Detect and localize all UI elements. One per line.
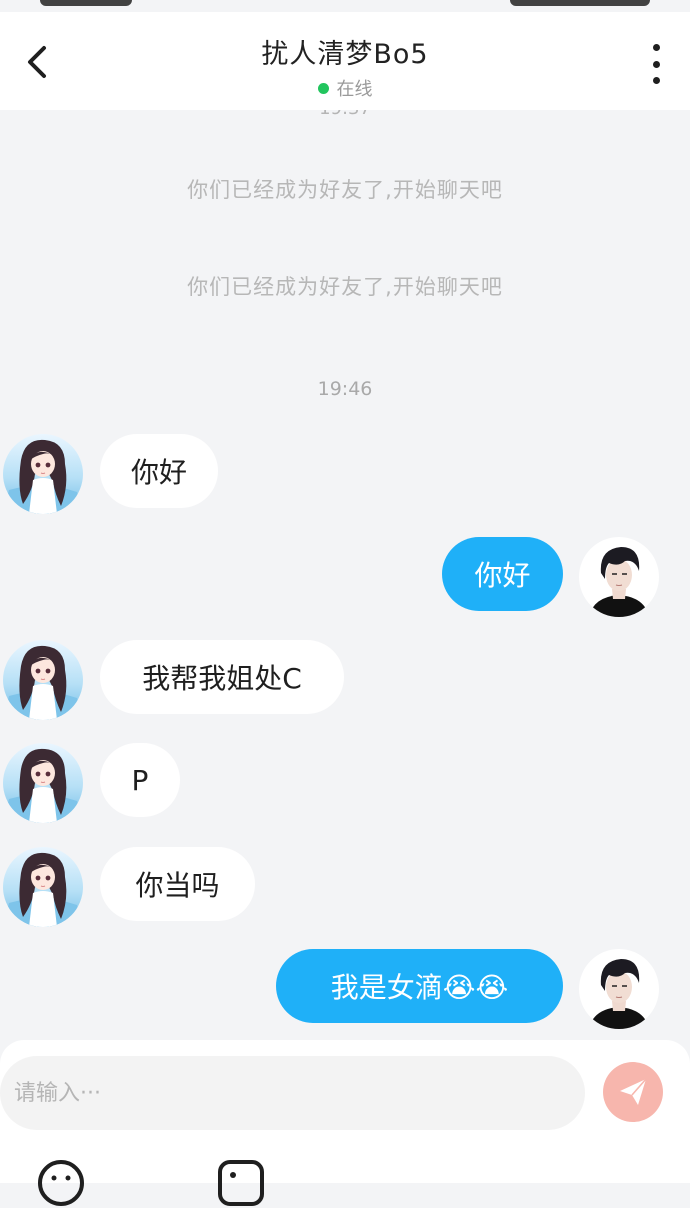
online-status-text: 在线 xyxy=(336,79,373,100)
boy-avatar-image xyxy=(579,537,659,617)
contact-avatar[interactable] xyxy=(3,743,83,823)
more-vertical-icon-dot xyxy=(652,60,660,68)
message-input-wrapper xyxy=(0,1056,585,1130)
outgoing-message[interactable]: 我是女滴😭😭 xyxy=(276,949,563,1023)
chat-title-area: 扰人清梦Bo5 在线 xyxy=(160,32,530,101)
my-avatar[interactable] xyxy=(579,537,659,617)
contact-name: 扰人清梦Bo5 xyxy=(261,39,429,70)
chat-header: 扰人清梦Bo5 在线 xyxy=(0,12,690,110)
incoming-message[interactable]: 你好 xyxy=(100,434,218,508)
girl-avatar-image xyxy=(3,434,83,514)
system-message: 你们已经成为好友了,开始聊天吧 xyxy=(187,178,503,202)
contact-avatar[interactable] xyxy=(3,434,83,514)
incoming-message[interactable]: 你当吗 xyxy=(100,847,255,921)
time-divider: 19:46 xyxy=(317,378,373,400)
girl-avatar-image xyxy=(3,847,83,927)
online-status: 在线 xyxy=(160,75,530,101)
contact-avatar[interactable] xyxy=(3,640,83,720)
input-panel xyxy=(0,1040,690,1206)
outgoing-message[interactable]: 你好 xyxy=(442,537,563,611)
time-divider: 19:37 xyxy=(0,110,690,119)
contact-avatar[interactable] xyxy=(3,847,83,927)
more-vertical-icon-dot xyxy=(652,77,660,84)
emoji-icon[interactable] xyxy=(36,1158,86,1208)
status-bar xyxy=(0,0,690,12)
message-list[interactable]: 19:37 你们已经成为好友了,开始聊天吧 你们已经成为好友了,开始聊天吧 19… xyxy=(0,110,690,1040)
system-message: 你们已经成为好友了,开始聊天吧 xyxy=(187,275,503,299)
girl-avatar-image xyxy=(3,640,83,720)
online-dot-icon xyxy=(317,82,329,94)
more-options-button[interactable] xyxy=(648,44,664,84)
paper-plane-icon xyxy=(620,1078,647,1105)
status-bar-left-icons xyxy=(40,0,132,6)
girl-avatar-image xyxy=(3,743,83,823)
status-bar-right-icons xyxy=(510,0,650,6)
message-input[interactable] xyxy=(0,1056,554,1130)
back-button[interactable] xyxy=(18,40,58,84)
incoming-message[interactable]: P xyxy=(100,743,180,817)
more-vertical-icon-dot xyxy=(652,44,660,51)
incoming-message[interactable]: 我帮我姐处C xyxy=(100,640,344,714)
send-button[interactable] xyxy=(603,1062,663,1122)
my-avatar[interactable] xyxy=(579,949,659,1029)
image-icon[interactable] xyxy=(216,1158,266,1208)
chevron-left-icon xyxy=(28,46,46,78)
boy-avatar-image xyxy=(579,949,659,1029)
